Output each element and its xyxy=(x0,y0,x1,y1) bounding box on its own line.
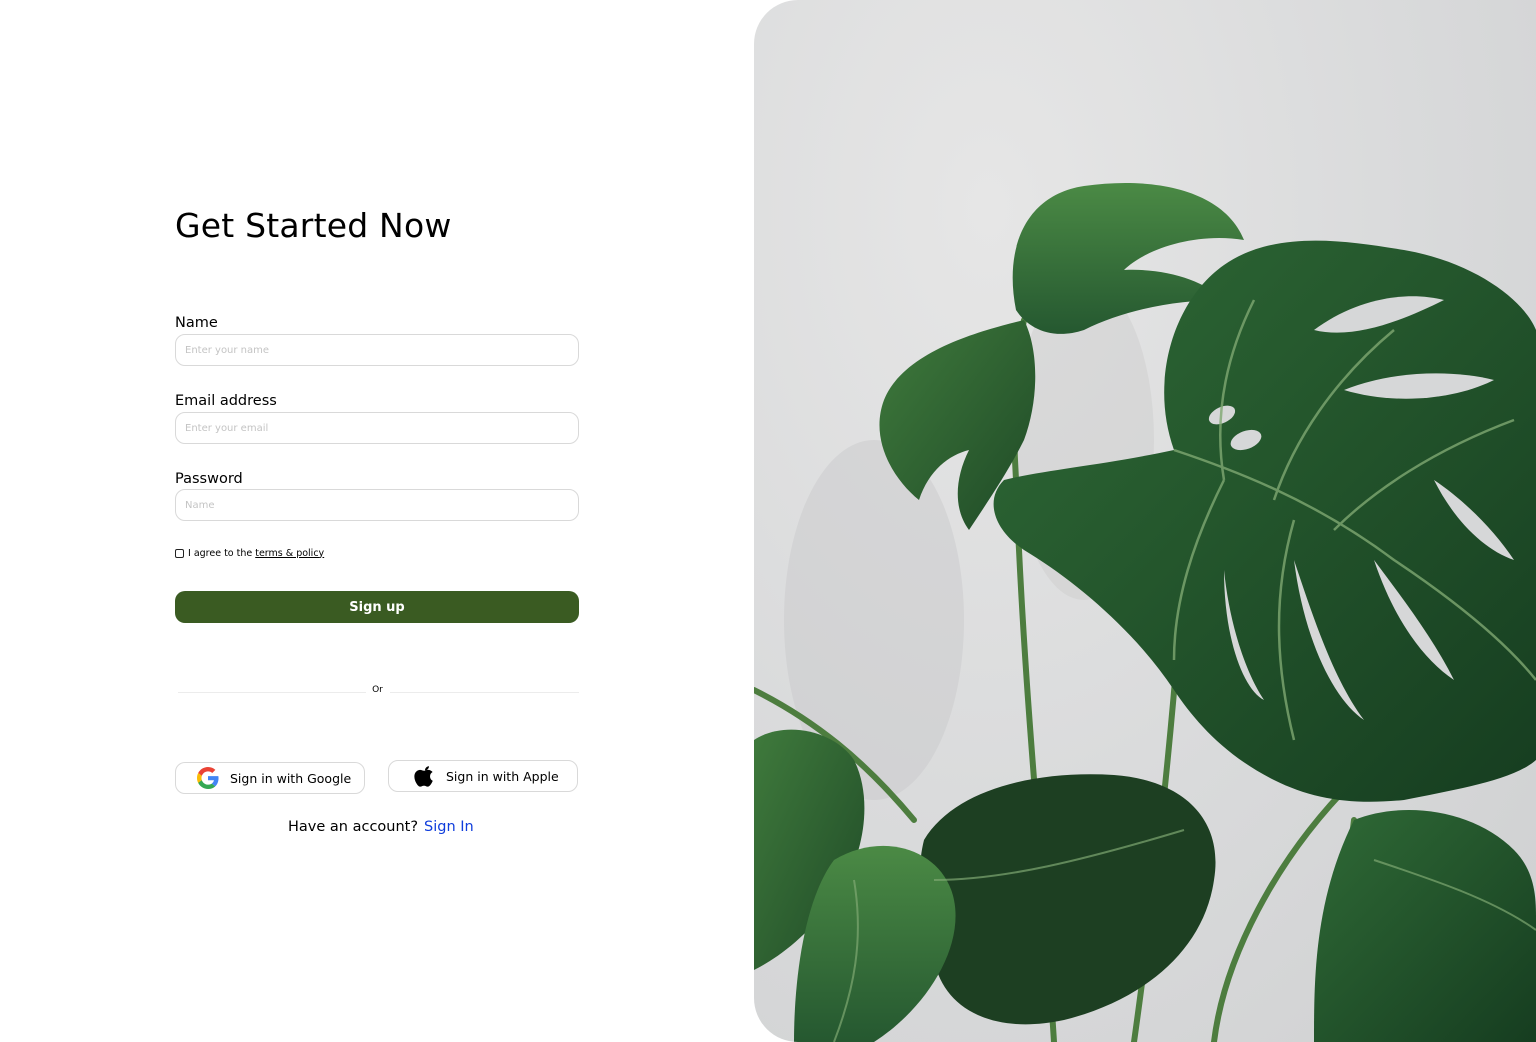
apple-signin-label: Sign in with Apple xyxy=(446,768,559,784)
leaf-lower-right xyxy=(1314,810,1536,1042)
divider-or-text: Or xyxy=(372,685,383,695)
leaf-lower-center xyxy=(919,774,1216,1025)
name-input[interactable] xyxy=(175,334,579,366)
signin-link[interactable]: Sign In xyxy=(424,819,474,835)
divider-line-right xyxy=(390,692,579,693)
terms-text: I agree to the xyxy=(188,547,253,559)
password-label: Password xyxy=(175,471,243,487)
signup-panel: Get Started Now Name Email address Passw… xyxy=(0,0,754,1042)
email-label: Email address xyxy=(175,393,277,409)
apple-signin-button[interactable]: Sign in with Apple xyxy=(388,760,578,792)
name-label: Name xyxy=(175,315,218,331)
have-account-text: Have an account? xyxy=(288,819,419,835)
apple-icon xyxy=(414,765,436,787)
page-title: Get Started Now xyxy=(175,206,452,245)
plant-illustration xyxy=(754,182,1536,1042)
password-input[interactable] xyxy=(175,489,579,521)
divider-line-left xyxy=(178,692,366,693)
email-input[interactable] xyxy=(175,412,579,444)
google-signin-button[interactable]: Sign in with Google xyxy=(175,762,365,794)
have-account-row: Have an account? Sign In xyxy=(288,817,474,837)
google-icon xyxy=(197,767,219,789)
google-signin-label: Sign in with Google xyxy=(230,770,352,786)
terms-agreement: I agree to the terms & policy xyxy=(175,546,324,560)
terms-checkbox[interactable] xyxy=(175,548,184,558)
monstera-plant-photo xyxy=(754,0,1536,1042)
terms-policy-link[interactable]: terms & policy xyxy=(255,548,324,559)
signup-button[interactable]: Sign up xyxy=(175,591,579,623)
